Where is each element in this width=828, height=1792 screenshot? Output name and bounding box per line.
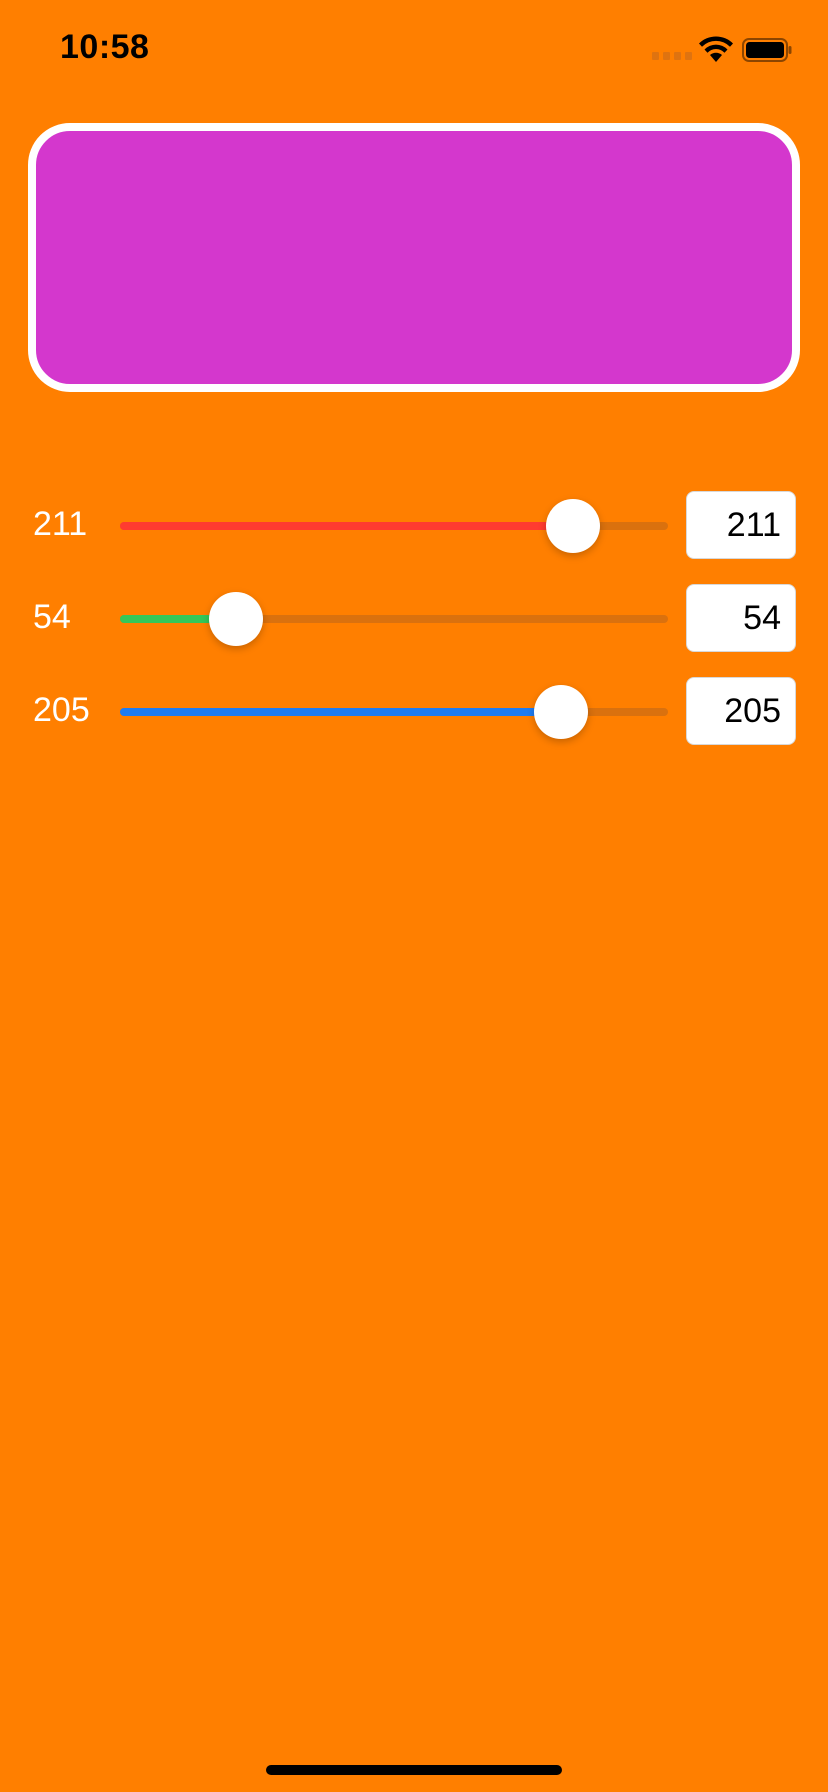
green-slider[interactable] [120,592,668,646]
wifi-icon [699,36,733,62]
status-time: 10:58 [60,28,150,66]
green-value-label: 54 [33,598,71,636]
blue-value-label: 205 [33,691,90,729]
red-value-label: 211 [33,505,88,543]
home-indicator[interactable] [266,1765,562,1775]
red-value-field[interactable] [686,491,796,559]
green-slider-thumb[interactable] [209,592,263,646]
green-value-field[interactable] [686,584,796,652]
color-preview [28,123,800,392]
cellular-signal-icon [652,52,692,62]
blue-slider-thumb[interactable] [534,685,588,739]
red-slider[interactable] [120,499,668,553]
app-screen: 10:58 211 54 205 [0,0,828,1792]
blue-slider[interactable] [120,685,668,739]
red-slider-fill [120,522,573,530]
blue-value-field[interactable] [686,677,796,745]
blue-slider-fill [120,708,561,716]
slider-row-red: 211 [0,491,828,561]
slider-row-green: 54 [0,584,828,654]
battery-icon [742,38,792,62]
red-slider-thumb[interactable] [546,499,600,553]
slider-row-blue: 205 [0,677,828,747]
